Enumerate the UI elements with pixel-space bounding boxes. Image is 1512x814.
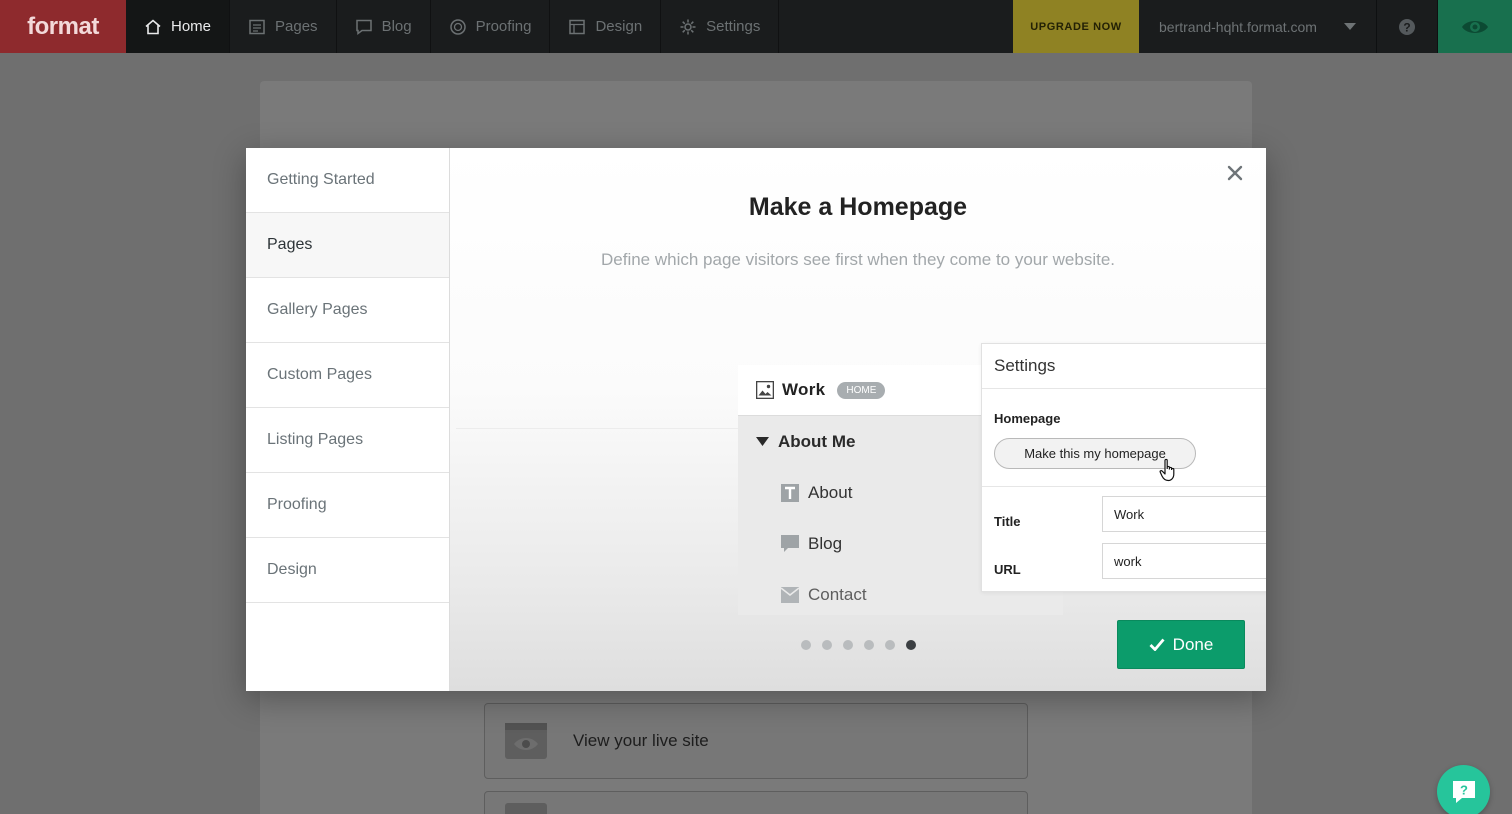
nav-proofing[interactable]: Proofing bbox=[431, 0, 551, 53]
upgrade-now-button[interactable]: UPGRADE NOW bbox=[1013, 0, 1139, 53]
page-list-item-label: About bbox=[808, 482, 853, 502]
divider bbox=[982, 486, 1266, 487]
chat-support-button[interactable]: ? bbox=[1437, 765, 1490, 814]
pagination-dots bbox=[801, 640, 916, 650]
nav-home[interactable]: Home bbox=[126, 0, 231, 53]
sidebar-item-getting-started[interactable]: Getting Started bbox=[246, 148, 449, 213]
nav-design[interactable]: Design bbox=[550, 0, 662, 53]
pages-icon bbox=[249, 19, 265, 34]
pagination-dot[interactable] bbox=[843, 640, 853, 650]
gear-icon bbox=[680, 19, 696, 34]
svg-text:?: ? bbox=[1460, 782, 1468, 797]
close-icon[interactable] bbox=[1226, 164, 1244, 182]
done-button[interactable]: Done bbox=[1117, 620, 1245, 669]
blog-icon bbox=[781, 534, 799, 552]
chevron-down-icon bbox=[1344, 22, 1356, 30]
eye-icon bbox=[505, 723, 547, 759]
chat-icon: ? bbox=[1452, 780, 1475, 803]
url-field bbox=[1102, 543, 1266, 579]
sidebar-item-pages[interactable]: Pages bbox=[246, 213, 449, 278]
done-button-label: Done bbox=[1172, 634, 1214, 654]
modal-content: Make a Homepage Define which page visito… bbox=[450, 148, 1266, 691]
nav-pages[interactable]: Pages bbox=[230, 0, 337, 53]
title-field-label: Title bbox=[994, 514, 1021, 529]
pagination-dot[interactable] bbox=[801, 640, 811, 650]
home-badge: HOME bbox=[837, 381, 886, 399]
image-icon bbox=[756, 381, 774, 399]
pagination-dot[interactable] bbox=[885, 640, 895, 650]
hand-cursor-icon bbox=[1159, 458, 1175, 482]
design-icon bbox=[569, 19, 586, 34]
help-icon: ? bbox=[1399, 18, 1415, 35]
pagination-dot[interactable] bbox=[864, 640, 874, 650]
triangle-down-icon bbox=[756, 436, 769, 446]
page-list-folder-name: About Me bbox=[778, 431, 856, 451]
blog-icon bbox=[355, 19, 372, 35]
page-list-item-label: Blog bbox=[808, 533, 843, 553]
nav-home-label: Home bbox=[171, 18, 212, 35]
nav-pages-label: Pages bbox=[275, 18, 318, 35]
eye-icon bbox=[1462, 20, 1488, 33]
illustration-settings-panel: Settings Homepage Make this my homepage … bbox=[981, 343, 1266, 592]
view-live-site-label: View your live site bbox=[573, 731, 709, 750]
thumbnail-icon bbox=[505, 803, 547, 814]
nav-blog-label: Blog bbox=[381, 18, 412, 35]
nav-settings[interactable]: Settings bbox=[661, 0, 780, 53]
top-navigation: format Home Pages Blog Proofing Design S… bbox=[0, 0, 1512, 53]
modal-subtitle: Define which page visitors see first whe… bbox=[600, 250, 1116, 269]
pagination-dot[interactable] bbox=[822, 640, 832, 650]
sidebar-item-gallery-pages[interactable]: Gallery Pages bbox=[246, 278, 449, 343]
svg-text:?: ? bbox=[1403, 20, 1410, 34]
modal-sidebar: Getting Started Pages Gallery Pages Cust… bbox=[246, 148, 450, 691]
site-domain-dropdown[interactable]: bertrand-hqht.format.com bbox=[1139, 0, 1377, 53]
url-field-label: URL bbox=[994, 562, 1021, 577]
onboarding-modal: Getting Started Pages Gallery Pages Cust… bbox=[246, 148, 1266, 691]
page-list-home-name: Work bbox=[782, 380, 826, 399]
sidebar-item-listing-pages[interactable]: Listing Pages bbox=[246, 408, 449, 473]
view-live-site-row[interactable]: View your live site bbox=[484, 703, 1028, 779]
sidebar-item-custom-pages[interactable]: Custom Pages bbox=[246, 343, 449, 408]
proofing-icon bbox=[449, 18, 466, 35]
nav-blog[interactable]: Blog bbox=[337, 0, 431, 53]
home-icon bbox=[145, 18, 161, 34]
modal-title: Make a Homepage bbox=[748, 193, 968, 221]
nav-design-label: Design bbox=[595, 18, 643, 35]
preview-site-button[interactable] bbox=[1438, 0, 1512, 53]
text-page-icon bbox=[781, 483, 799, 502]
sidebar-item-design[interactable]: Design bbox=[246, 538, 449, 603]
nav-settings-label: Settings bbox=[706, 18, 761, 35]
format-logo[interactable]: format bbox=[0, 0, 126, 53]
help-button[interactable]: ? bbox=[1377, 0, 1438, 53]
background-row bbox=[484, 791, 1028, 814]
sidebar-item-proofing[interactable]: Proofing bbox=[246, 473, 449, 538]
envelope-icon bbox=[781, 586, 799, 603]
title-field bbox=[1102, 496, 1266, 532]
nav-proofing-label: Proofing bbox=[475, 18, 532, 35]
pagination-dot-current[interactable] bbox=[906, 640, 916, 650]
checkmark-icon bbox=[1149, 638, 1165, 651]
site-domain-label: bertrand-hqht.format.com bbox=[1159, 18, 1317, 35]
homepage-label: Homepage bbox=[994, 411, 1061, 426]
page-list-item-label: Contact bbox=[808, 584, 867, 604]
settings-title: Settings bbox=[982, 344, 1266, 389]
